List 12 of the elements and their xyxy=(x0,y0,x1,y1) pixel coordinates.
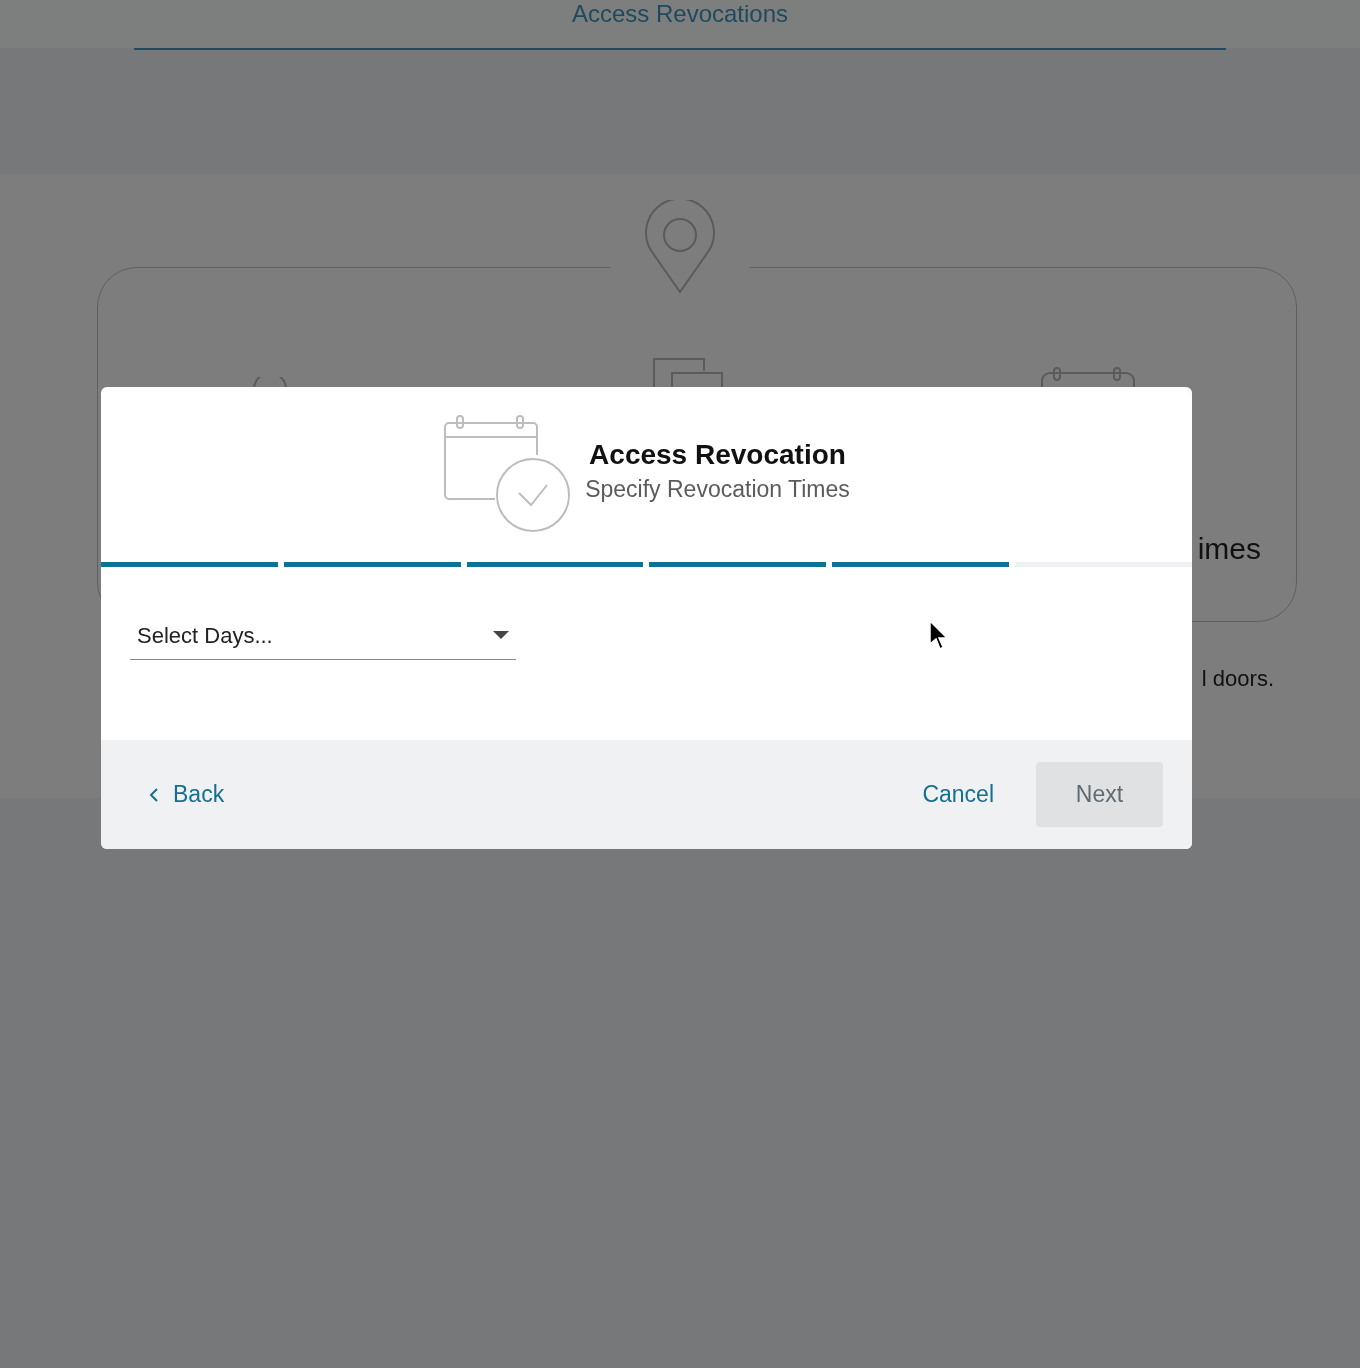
cancel-button[interactable]: Cancel xyxy=(922,777,994,812)
modal-subtitle: Specify Revocation Times xyxy=(585,475,850,504)
back-button[interactable]: Back xyxy=(149,777,225,812)
days-dropdown[interactable]: Select Days... xyxy=(130,611,516,660)
caret-icon xyxy=(493,631,509,639)
calendar-icon xyxy=(1040,367,1136,389)
calendar-clock-icon xyxy=(443,415,572,533)
location-pin-icon xyxy=(644,200,716,294)
chevron-left-icon xyxy=(149,786,159,803)
description-text: l doors. xyxy=(1201,665,1274,693)
modal-title: Access Revocation xyxy=(589,438,846,472)
card-label: imes xyxy=(1197,531,1261,567)
